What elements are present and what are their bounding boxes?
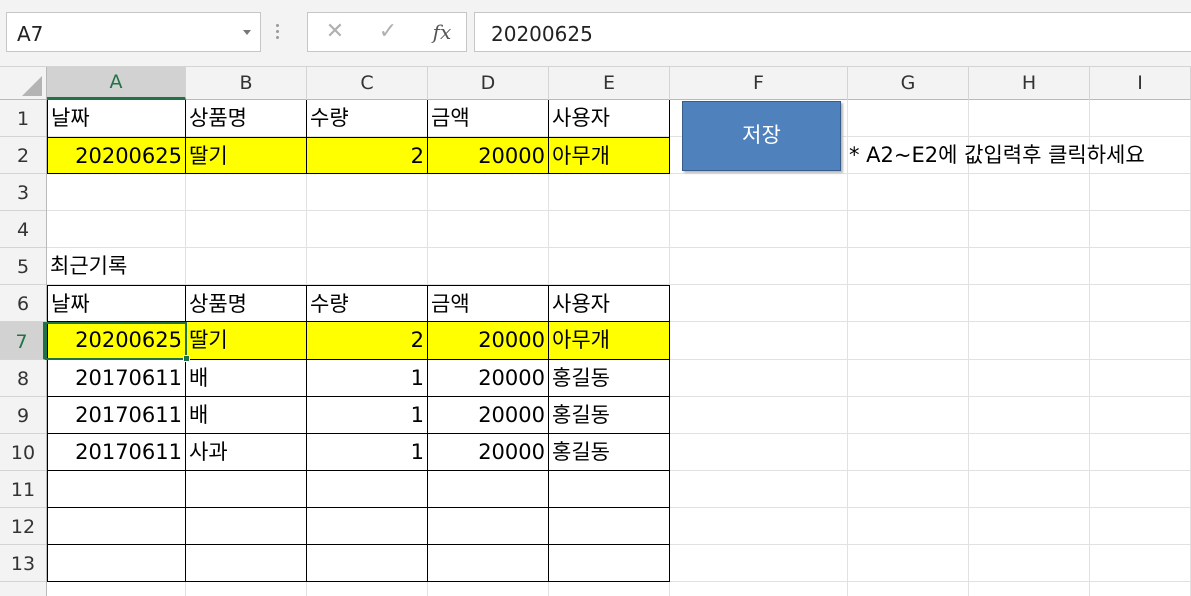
cell-e10[interactable]: 홍길동 bbox=[549, 434, 670, 471]
column-header-g[interactable]: G bbox=[848, 67, 969, 100]
cell-c13[interactable] bbox=[307, 545, 428, 582]
instruction-note[interactable]: * A2~E2에 값입력후 클릭하세요 bbox=[849, 137, 1189, 174]
cell-c6[interactable]: 수량 bbox=[307, 285, 428, 322]
cell-d9[interactable]: 20000 bbox=[428, 397, 549, 434]
cell-e7[interactable]: 아무개 bbox=[549, 322, 670, 360]
cell-a11[interactable] bbox=[47, 471, 186, 508]
cell-d11[interactable] bbox=[428, 471, 549, 508]
cell-a9[interactable]: 20170611 bbox=[47, 397, 186, 434]
cell-d6[interactable]: 금액 bbox=[428, 285, 549, 322]
worksheet-grid[interactable]: 날짜 상품명 수량 금액 사용자 20200625 딸기 2 20000 아무개 최근기록 날짜 상품명… bbox=[47, 100, 1191, 596]
cell-e1[interactable]: 사용자 bbox=[549, 100, 670, 137]
formula-bar-grip-icon[interactable] bbox=[276, 24, 280, 42]
name-box-value[interactable]: A7 bbox=[17, 22, 43, 46]
formula-buttons: ✕ ✓ fx bbox=[307, 12, 467, 52]
cell-b2[interactable]: 딸기 bbox=[186, 137, 307, 174]
cell-d7[interactable]: 20000 bbox=[428, 322, 549, 360]
row-header-10[interactable]: 10 bbox=[0, 434, 46, 471]
cell-a10[interactable]: 20170611 bbox=[47, 434, 186, 471]
cell-c11[interactable] bbox=[307, 471, 428, 508]
gridline bbox=[1089, 100, 1090, 596]
cell-c1[interactable]: 수량 bbox=[307, 100, 428, 137]
row-header-4[interactable]: 4 bbox=[0, 211, 46, 248]
cell-e2[interactable]: 아무개 bbox=[549, 137, 670, 174]
cell-b1[interactable]: 상품명 bbox=[186, 100, 307, 137]
cell-c8[interactable]: 1 bbox=[307, 360, 428, 397]
gridline bbox=[47, 210, 1191, 211]
save-button[interactable]: 저장 bbox=[682, 101, 841, 171]
row-header-9[interactable]: 9 bbox=[0, 397, 46, 434]
cell-a1[interactable]: 날짜 bbox=[47, 100, 186, 137]
cell-b10[interactable]: 사과 bbox=[186, 434, 307, 471]
row-header-13[interactable]: 13 bbox=[0, 545, 46, 582]
cell-c2[interactable]: 2 bbox=[307, 137, 428, 174]
cell-c10[interactable]: 1 bbox=[307, 434, 428, 471]
cell-e12[interactable] bbox=[549, 508, 670, 545]
cell-c7[interactable]: 2 bbox=[307, 322, 428, 360]
cell-e9[interactable]: 홍길동 bbox=[549, 397, 670, 434]
cell-e13[interactable] bbox=[549, 545, 670, 582]
cell-d2[interactable]: 20000 bbox=[428, 137, 549, 174]
column-header-h[interactable]: H bbox=[969, 67, 1090, 100]
select-all-button[interactable] bbox=[0, 67, 47, 100]
cell-a2[interactable]: 20200625 bbox=[47, 137, 186, 174]
cell-c9[interactable]: 1 bbox=[307, 397, 428, 434]
cell-a12[interactable] bbox=[47, 508, 186, 545]
cancel-icon[interactable]: ✕ bbox=[313, 13, 357, 51]
fill-handle[interactable] bbox=[183, 355, 190, 362]
select-all-icon[interactable] bbox=[22, 76, 42, 96]
gridline bbox=[968, 100, 969, 596]
column-header-c[interactable]: C bbox=[307, 67, 428, 100]
gridline bbox=[847, 100, 848, 596]
cell-d8[interactable]: 20000 bbox=[428, 360, 549, 397]
cell-e11[interactable] bbox=[549, 471, 670, 508]
column-header-a[interactable]: A bbox=[47, 67, 186, 100]
row-headers: 1 2 3 4 5 6 7 8 9 10 11 12 13 bbox=[0, 100, 47, 596]
row-header-1[interactable]: 1 bbox=[0, 100, 46, 137]
cell-d1[interactable]: 금액 bbox=[428, 100, 549, 137]
formula-input[interactable]: 20200625 bbox=[474, 12, 1191, 52]
row-header-7[interactable]: 7 bbox=[0, 322, 46, 360]
column-header-i[interactable]: I bbox=[1090, 67, 1191, 100]
column-header-f[interactable]: F bbox=[670, 67, 848, 100]
cell-a8[interactable]: 20170611 bbox=[47, 360, 186, 397]
cell-b9[interactable]: 배 bbox=[186, 397, 307, 434]
formula-value[interactable]: 20200625 bbox=[491, 22, 593, 46]
insert-function-icon[interactable]: fx bbox=[420, 13, 464, 51]
cell-d13[interactable] bbox=[428, 545, 549, 582]
cell-b6[interactable]: 상품명 bbox=[186, 285, 307, 322]
cell-d12[interactable] bbox=[428, 508, 549, 545]
cell-d10[interactable]: 20000 bbox=[428, 434, 549, 471]
column-headers: ABCDEFGHI bbox=[0, 66, 1191, 100]
cell-a13[interactable] bbox=[47, 545, 186, 582]
column-header-b[interactable]: B bbox=[186, 67, 307, 100]
recent-records-label[interactable]: 최근기록 bbox=[47, 248, 287, 285]
cell-c12[interactable] bbox=[307, 508, 428, 545]
cell-b11[interactable] bbox=[186, 471, 307, 508]
dropdown-arrow-icon[interactable] bbox=[243, 30, 251, 35]
row-header-6[interactable]: 6 bbox=[0, 285, 46, 322]
row-header-2[interactable]: 2 bbox=[0, 137, 46, 174]
column-header-e[interactable]: E bbox=[549, 67, 670, 100]
cell-e6[interactable]: 사용자 bbox=[549, 285, 670, 322]
formula-bar: A7 ✕ ✓ fx 20200625 bbox=[0, 0, 1191, 66]
cell-b12[interactable] bbox=[186, 508, 307, 545]
cell-b7[interactable]: 딸기 bbox=[186, 322, 307, 360]
row-header-5[interactable]: 5 bbox=[0, 248, 46, 285]
cell-a7[interactable]: 20200625 bbox=[47, 322, 186, 360]
cell-b8[interactable]: 배 bbox=[186, 360, 307, 397]
cell-b13[interactable] bbox=[186, 545, 307, 582]
name-box[interactable]: A7 bbox=[6, 12, 261, 52]
row-header-11[interactable]: 11 bbox=[0, 471, 46, 508]
column-header-d[interactable]: D bbox=[428, 67, 549, 100]
row-header-8[interactable]: 8 bbox=[0, 360, 46, 397]
row-header-3[interactable]: 3 bbox=[0, 174, 46, 211]
row-header-12[interactable]: 12 bbox=[0, 508, 46, 545]
cell-a6[interactable]: 날짜 bbox=[47, 285, 186, 322]
cell-e8[interactable]: 홍길동 bbox=[549, 360, 670, 397]
enter-icon[interactable]: ✓ bbox=[366, 13, 410, 51]
